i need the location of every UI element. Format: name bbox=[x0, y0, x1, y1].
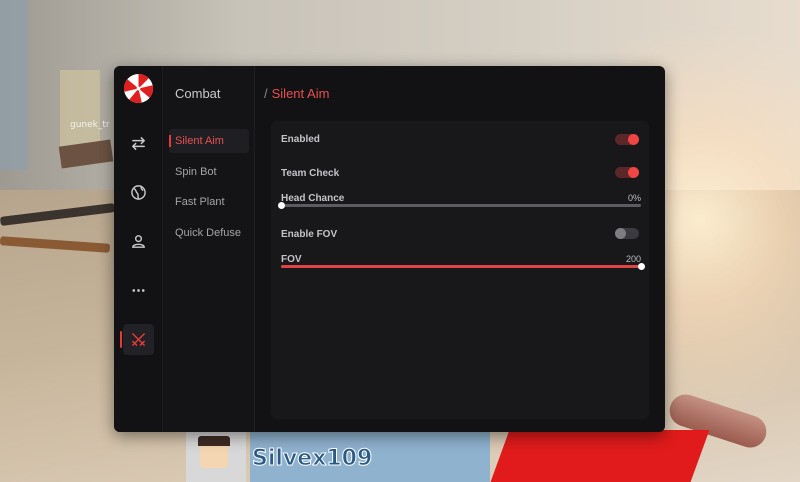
slider-fill bbox=[281, 265, 641, 268]
setting-label-fov: FOV bbox=[281, 254, 302, 265]
subnav-item-spin-bot[interactable]: Spin Bot bbox=[169, 160, 249, 184]
fov-value: 200 bbox=[625, 254, 641, 264]
background-player-tag: gunek_tr bbox=[70, 120, 110, 130]
background-pillar bbox=[60, 70, 100, 150]
avatar-hair bbox=[198, 436, 230, 446]
rail-button-globe[interactable] bbox=[123, 177, 154, 208]
fov-slider[interactable] bbox=[281, 263, 645, 270]
rail-button-user[interactable] bbox=[123, 226, 154, 257]
subnav-item-quick-defuse[interactable]: Quick Defuse bbox=[169, 221, 249, 245]
setting-label-enabled: Enabled bbox=[281, 134, 320, 145]
breadcrumb-current: Silent Aim bbox=[271, 86, 330, 101]
background-window bbox=[0, 0, 28, 170]
crossed-swords-icon bbox=[132, 333, 145, 346]
toggle-knob bbox=[628, 134, 639, 145]
setting-label-head-chance: Head Chance bbox=[281, 193, 345, 204]
player-name: Silvex109 bbox=[251, 446, 373, 472]
settings-panel: Enabled Team Check Head Chance 0% Enable… bbox=[271, 121, 649, 419]
umbrella-logo-icon bbox=[123, 73, 154, 104]
sub-navigation: Combat Silent Aim Spin Bot Fast Plant Qu… bbox=[163, 66, 255, 432]
more-dots-icon bbox=[132, 289, 145, 292]
head-chance-value: 0% bbox=[627, 193, 641, 203]
user-icon bbox=[132, 235, 145, 248]
slider-thumb[interactable] bbox=[278, 202, 285, 209]
slider-thumb[interactable] bbox=[638, 263, 645, 270]
rail-button-swap[interactable] bbox=[123, 128, 154, 159]
player-avatar bbox=[186, 432, 246, 482]
head-chance-slider[interactable] bbox=[278, 202, 641, 209]
enabled-toggle[interactable] bbox=[615, 134, 639, 145]
menu-window: Combat Silent Aim Spin Bot Fast Plant Qu… bbox=[114, 66, 665, 432]
toggle-knob bbox=[615, 228, 626, 239]
toggle-knob bbox=[628, 167, 639, 178]
setting-label-enable-fov: Enable FOV bbox=[281, 229, 338, 240]
subnav-item-fast-plant[interactable]: Fast Plant bbox=[169, 190, 249, 214]
icon-rail bbox=[114, 66, 163, 432]
section-title: Combat bbox=[175, 86, 221, 101]
swap-arrows-icon bbox=[132, 137, 145, 150]
rail-button-combat[interactable] bbox=[120, 324, 154, 355]
globe-icon bbox=[131, 185, 146, 200]
enable-fov-toggle[interactable] bbox=[615, 228, 639, 239]
subnav-item-silent-aim[interactable]: Silent Aim bbox=[169, 129, 249, 153]
background-weapon-skin bbox=[490, 430, 710, 482]
rail-button-more[interactable] bbox=[123, 275, 154, 306]
breadcrumb: / Silent Aim bbox=[264, 86, 329, 101]
breadcrumb-separator: / bbox=[264, 86, 268, 101]
team-check-toggle[interactable] bbox=[615, 167, 639, 178]
setting-label-team-check: Team Check bbox=[281, 168, 340, 179]
